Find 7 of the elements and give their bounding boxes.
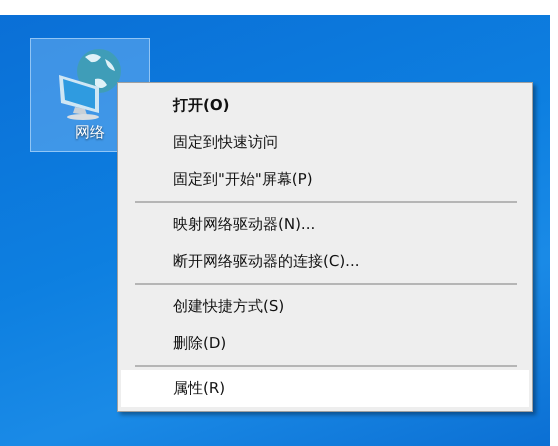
menu-item[interactable]: 创建快捷方式(S) xyxy=(121,288,529,325)
menu-item[interactable]: 删除(D) xyxy=(121,325,529,362)
menu-item[interactable]: 映射网络驱动器(N)... xyxy=(121,206,529,243)
menu-item[interactable]: 固定到"开始"屏幕(P) xyxy=(121,161,529,198)
menu-item[interactable]: 属性(R) xyxy=(121,370,529,407)
menu-item[interactable]: 断开网络驱动器的连接(C)... xyxy=(121,243,529,280)
icon-label: 网络 xyxy=(75,123,105,142)
